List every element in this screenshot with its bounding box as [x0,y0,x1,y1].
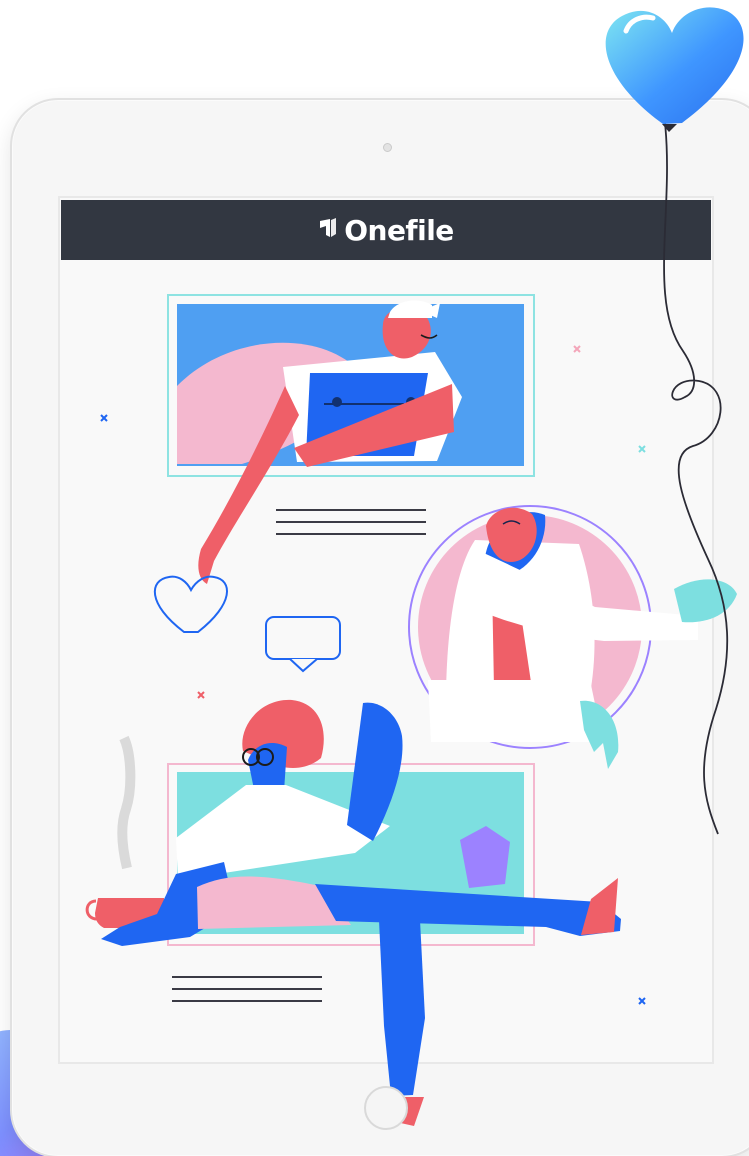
home-button[interactable] [364,1086,408,1130]
tablet-camera [383,143,392,152]
app-header: Onefile [61,200,711,260]
tablet-screen [58,196,714,1064]
brand: Onefile [318,214,454,247]
onefile-logo-icon [318,218,338,242]
brand-name: Onefile [344,213,454,247]
